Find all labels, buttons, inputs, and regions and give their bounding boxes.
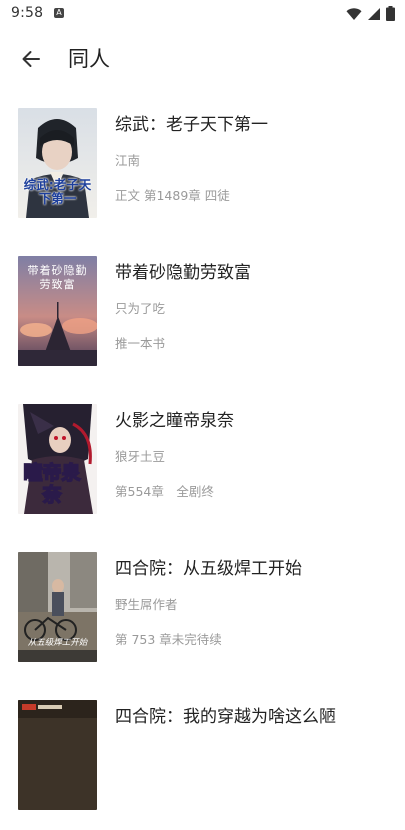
status-icons [346, 6, 395, 21]
book-cover: 瞳帝泉奈 [18, 404, 97, 514]
book-cover: 从五级焊工开始 [18, 552, 97, 662]
cover-title: 从五级焊工开始 [27, 638, 88, 648]
book-cover [18, 700, 97, 810]
book-title: 火影之瞳帝泉奈 [115, 411, 234, 431]
app-bar: 同人 [0, 28, 405, 90]
cover-title: 瞳帝泉奈 [23, 461, 82, 507]
book-status: 第 753 章未完待续 [115, 632, 222, 647]
back-button[interactable] [14, 42, 48, 76]
cover-title: 带着砂隐勤劳致富 [27, 264, 88, 291]
book-cover: 综武:老子天下第一 [18, 108, 97, 218]
book-author: 江南 [115, 153, 141, 168]
book-author: 狼牙土豆 [115, 449, 166, 464]
book-status: 第554章 全剧终 [115, 484, 214, 499]
arrow-left-icon [22, 51, 40, 67]
book-author: 野生屌作者 [115, 597, 178, 612]
book-status: 正文 第1489章 四徒 [115, 188, 230, 203]
book-status: 推一本书 [115, 336, 166, 351]
book-cover: 带着砂隐勤劳致富 [18, 256, 97, 366]
book-author: 只为了吃 [115, 301, 166, 316]
book-title: 四合院：从五级焊工开始 [115, 559, 302, 579]
book-title: 四合院：我的穿越为啥这么陋 [115, 707, 336, 727]
battery-icon [386, 6, 395, 21]
book-title: 综武：老子天下第一 [115, 115, 268, 135]
wifi-icon [346, 7, 362, 20]
cover-title: 综武:老子天下第一 [23, 177, 92, 206]
status-bar: 9:58 A [0, 0, 405, 28]
book-item[interactable]: 综武:老子天下第一 综武：老子天下第一 江南 正文 第1489章 四徒 [0, 90, 405, 238]
notification-icon: A [54, 8, 64, 18]
book-item[interactable]: 四合院：我的穿越为啥这么陋 [0, 682, 405, 830]
book-item[interactable]: 从五级焊工开始 四合院：从五级焊工开始 野生屌作者 第 753 章未完待续 [0, 534, 405, 682]
book-item[interactable]: 瞳帝泉奈 火影之瞳帝泉奈 狼牙土豆 第554章 全剧终 [0, 386, 405, 534]
status-time: 9:58 [11, 5, 44, 21]
book-title: 带着砂隐勤劳致富 [115, 263, 251, 283]
signal-icon [368, 7, 380, 20]
page-title: 同人 [68, 47, 110, 71]
book-item[interactable]: 带着砂隐勤劳致富 带着砂隐勤劳致富 只为了吃 推一本书 [0, 238, 405, 386]
